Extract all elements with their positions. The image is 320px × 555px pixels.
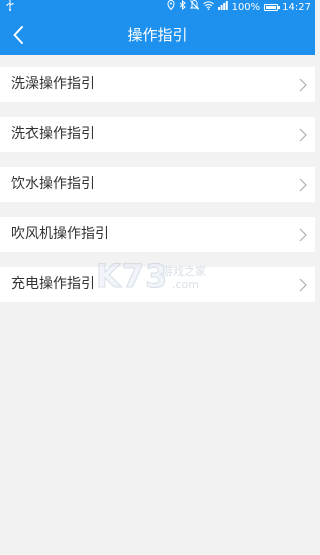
list-item-drinking-water-guide[interactable]: 饮水操作指引 bbox=[0, 167, 315, 202]
chevron-right-icon bbox=[299, 78, 307, 92]
chevron-right-icon bbox=[299, 128, 307, 142]
list-item-label: 洗澡操作指引 bbox=[11, 76, 95, 92]
status-time: 14:27 bbox=[282, 2, 311, 13]
location-icon bbox=[167, 0, 175, 15]
mute-icon bbox=[189, 0, 199, 15]
wifi-icon bbox=[202, 0, 214, 15]
list-item-laundry-guide[interactable]: 洗衣操作指引 bbox=[0, 117, 315, 152]
battery-icon bbox=[264, 4, 281, 11]
list-item-charging-guide[interactable]: 充电操作指引 bbox=[0, 267, 315, 302]
page-title: 操作指引 bbox=[127, 26, 188, 44]
list-item-label: 充电操作指引 bbox=[11, 276, 95, 292]
status-bar: 100% 14:27 bbox=[0, 0, 315, 15]
chevron-right-icon bbox=[299, 178, 307, 192]
status-icons: 100% 14:27 bbox=[167, 0, 311, 15]
bluetooth-icon bbox=[179, 0, 186, 15]
guide-list: 洗澡操作指引 洗衣操作指引 饮水操作指引 吹风机操作指引 充电操作指引 bbox=[0, 67, 315, 317]
list-item-label: 洗衣操作指引 bbox=[11, 126, 95, 142]
list-item-label: 饮水操作指引 bbox=[11, 176, 95, 192]
list-item-label: 吹风机操作指引 bbox=[11, 226, 109, 242]
chevron-right-icon bbox=[299, 228, 307, 242]
list-item-hair-dryer-guide[interactable]: 吹风机操作指引 bbox=[0, 217, 315, 252]
list-item-shower-guide[interactable]: 洗澡操作指引 bbox=[0, 67, 315, 102]
battery-percent: 100% bbox=[231, 2, 261, 13]
chevron-right-icon bbox=[299, 278, 307, 292]
signal-icon bbox=[217, 0, 228, 15]
nav-bar: 操作指引 bbox=[0, 15, 315, 55]
usb-icon bbox=[6, 0, 14, 16]
